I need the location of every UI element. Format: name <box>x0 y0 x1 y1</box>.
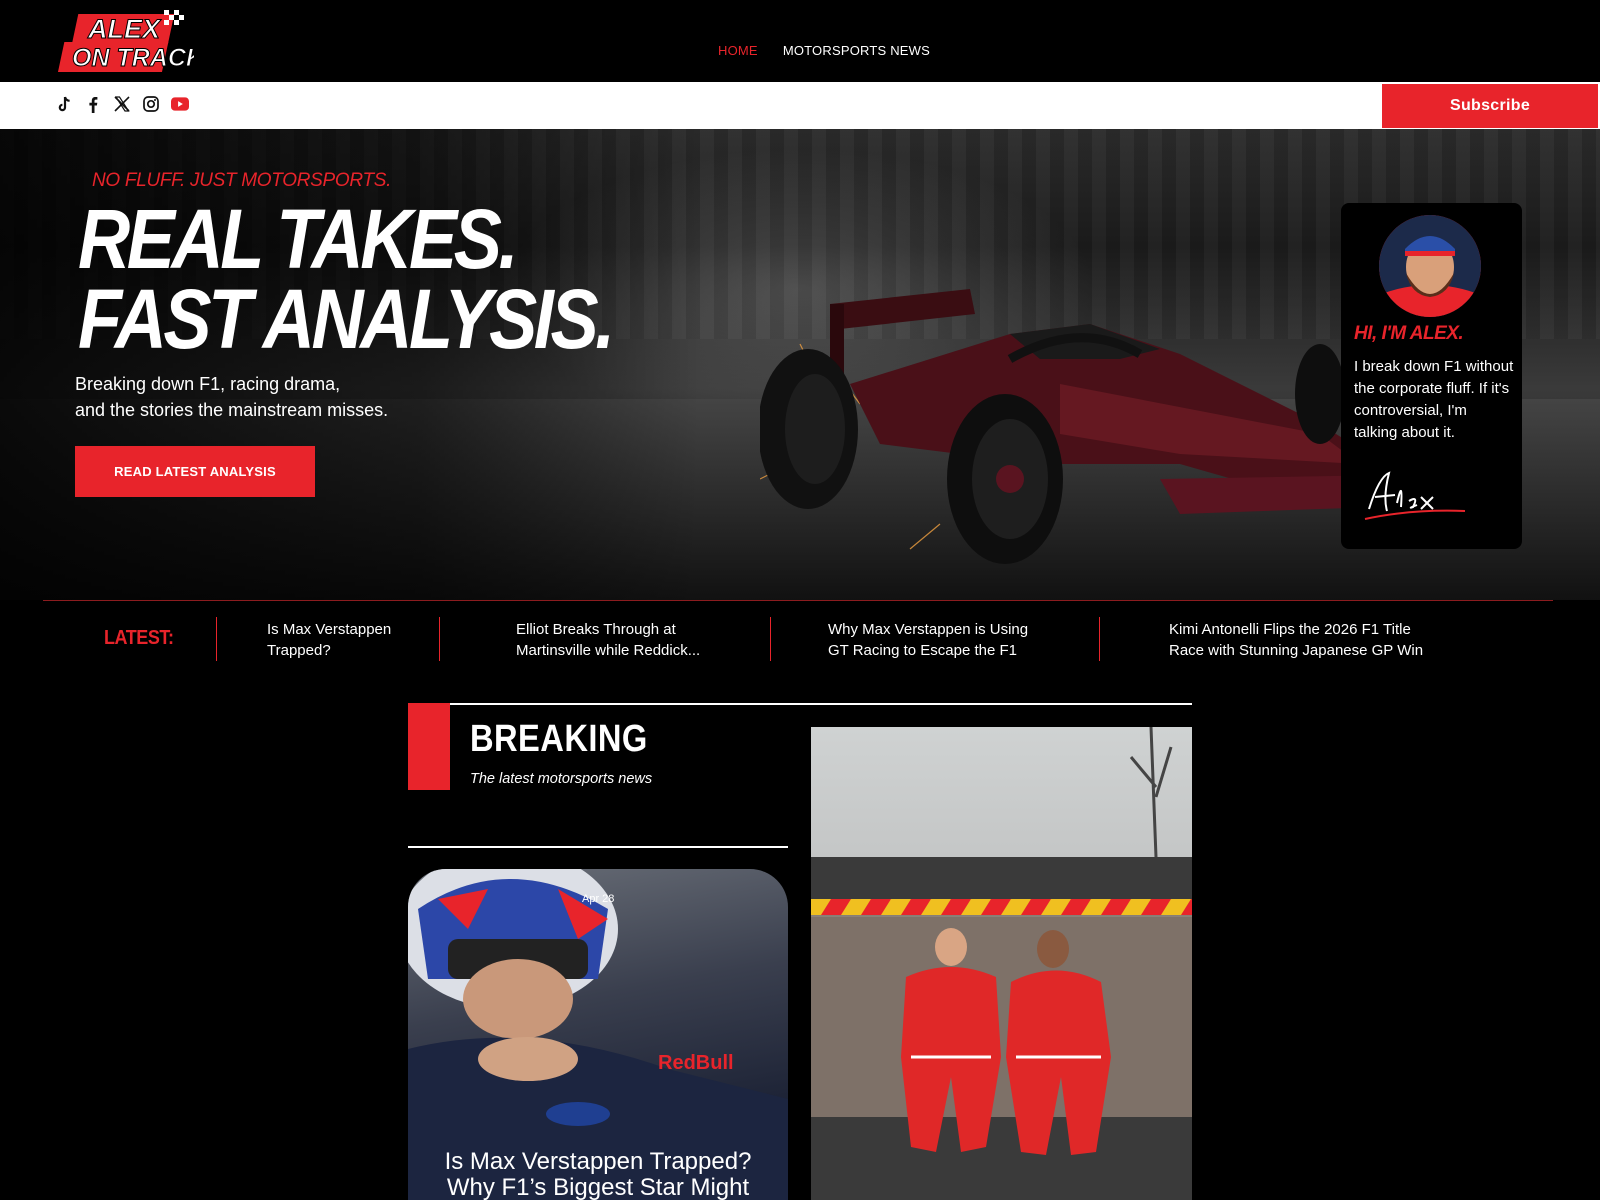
ticker-divider <box>1099 617 1100 661</box>
ticker-divider <box>770 617 771 661</box>
breaking-title: BREAKING <box>470 718 648 760</box>
tiktok-icon[interactable] <box>55 95 73 113</box>
article-title-line: Is Max Verstappen Trapped? <box>444 1148 752 1175</box>
hero-headline: REAL TAKES. FAST ANALYSIS. <box>78 192 615 366</box>
latest-item[interactable]: Elliot Breaks Through at Martinsville wh… <box>516 619 700 661</box>
article-date: Apr 28 <box>582 893 615 905</box>
svg-text:RedBull: RedBull <box>658 1052 734 1074</box>
latest-item-line: Elliot Breaks Through at <box>516 621 676 638</box>
svg-text:ALEX: ALEX <box>87 14 162 44</box>
about-alex-card: HI, I'M ALEX. I break down F1 without th… <box>1341 203 1522 549</box>
hero-subtitle: Breaking down F1, racing drama, and the … <box>75 371 405 423</box>
latest-item-line: Is Max Verstappen <box>267 621 392 638</box>
subscribe-button[interactable]: Subscribe <box>1382 84 1598 128</box>
latest-ticker: LATEST: Is Max Verstappen Trapped? Ellio… <box>43 600 1553 670</box>
instagram-icon[interactable] <box>142 95 160 113</box>
svg-text:ON TRACK: ON TRACK <box>72 44 194 72</box>
hero-subtitle-line1: Breaking down F1, racing drama, <box>75 374 341 394</box>
ticker-divider <box>216 617 217 661</box>
latest-label: LATEST: <box>104 627 174 649</box>
article-title-line: Why F1’s Biggest Star Might <box>446 1174 750 1200</box>
latest-item-line: Race with Stunning Japanese GP Win <box>1169 642 1424 659</box>
read-latest-analysis-button[interactable]: READ LATEST ANALYSIS <box>75 446 315 497</box>
latest-item-line: Why Max Verstappen is Using <box>828 621 1029 638</box>
breaking-photo-card[interactable] <box>811 727 1192 1200</box>
nav-motorsports-news[interactable]: MOTORSPORTS NEWS <box>783 43 930 58</box>
breaking-subtitle: The latest motorsports news <box>470 771 653 787</box>
site-header: ALEX ON TRACK HOME MOTORSPORTS NEWS <box>0 0 1600 82</box>
hero-section: NO FLUFF. JUST MOTORSPORTS. REAL TAKES. … <box>0 129 1600 600</box>
main-nav: HOME MOTORSPORTS NEWS <box>718 43 930 58</box>
alex-signature <box>1364 471 1466 520</box>
hero-headline-line2: FAST ANALYSIS. <box>78 272 615 366</box>
alex-bio: I break down F1 without the corporate fl… <box>1354 358 1514 441</box>
article-title: Is Max Verstappen Trapped? Why F1’s Bigg… <box>408 1149 788 1200</box>
hero-tagline: NO FLUFF. JUST MOTORSPORTS. <box>92 170 392 191</box>
latest-item[interactable]: Kimi Antonelli Flips the 2026 F1 Title R… <box>1169 619 1423 661</box>
facebook-icon[interactable] <box>84 95 102 113</box>
avatar <box>1379 215 1481 317</box>
latest-item-line: Trapped? <box>267 642 331 659</box>
ticker-divider <box>439 617 440 661</box>
breaking-article-card[interactable]: RedBull Apr 28 Is Max Verstappen Trapped… <box>408 869 788 1200</box>
latest-item[interactable]: Is Max Verstappen Trapped? <box>267 619 391 661</box>
alex-greeting: HI, I'M ALEX. <box>1354 323 1464 344</box>
nav-home[interactable]: HOME <box>718 43 758 58</box>
youtube-icon[interactable] <box>171 95 189 113</box>
hero-subtitle-line2: and the stories the mainstream misses. <box>75 400 389 420</box>
breaking-accent-block <box>408 703 450 790</box>
x-icon[interactable] <box>113 95 131 113</box>
site-logo[interactable]: ALEX ON TRACK <box>57 6 206 74</box>
drivers-photo <box>811 727 1192 1200</box>
latest-item-line: Kimi Antonelli Flips the 2026 F1 Title <box>1169 621 1411 638</box>
breaking-top-rule <box>408 703 1192 705</box>
social-bar: Subscribe <box>0 82 1600 129</box>
hero-headline-line1: REAL TAKES. <box>78 192 519 286</box>
breaking-divider <box>408 846 788 848</box>
latest-item-line: GT Racing to Escape the F1 <box>828 642 1017 659</box>
social-links <box>55 95 189 113</box>
latest-item[interactable]: Why Max Verstappen is Using GT Racing to… <box>828 619 1028 661</box>
latest-item-line: Martinsville while Reddick... <box>516 642 701 659</box>
